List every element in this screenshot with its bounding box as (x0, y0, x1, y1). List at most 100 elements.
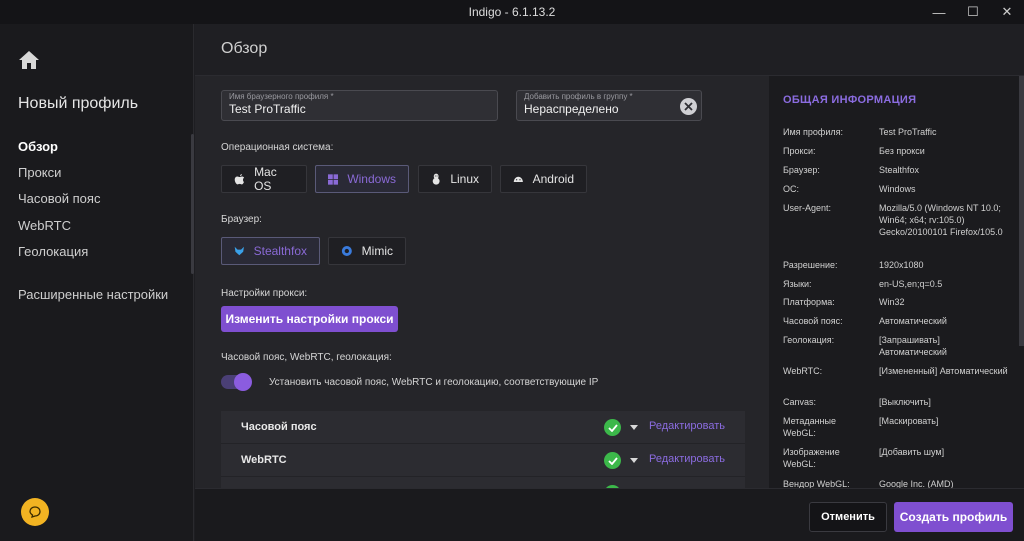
browser-label: Браузер: (221, 214, 262, 225)
maximize-icon[interactable]: ☐ (956, 0, 990, 24)
os-option-linux-label: Linux (450, 172, 479, 186)
info-key: Браузер: (783, 165, 820, 175)
info-key: Имя профиля: (783, 127, 843, 137)
os-option-linux[interactable]: Linux (418, 165, 492, 193)
create-profile-button[interactable]: Создать профиль (894, 502, 1013, 532)
footer: Отменить Создать профиль (195, 488, 1024, 541)
check-icon (604, 452, 621, 469)
info-value: Google Inc. (AMD) (879, 479, 954, 488)
info-value: [Добавить шум] (879, 447, 945, 457)
info-key: Изображение WebGL: (783, 447, 840, 469)
sidebar-item-advanced[interactable]: Расширенные настройки (18, 287, 168, 302)
info-value: Test ProTraffic (879, 127, 937, 137)
info-value: [Измененный] Автоматический (879, 366, 1008, 376)
os-option-macos[interactable]: Mac OS (221, 165, 307, 193)
sidebar-item-proxy[interactable]: Прокси (18, 165, 61, 180)
info-key: Часовой пояс: (783, 316, 843, 326)
info-key: Прокси: (783, 146, 816, 156)
cancel-button[interactable]: Отменить (809, 502, 887, 532)
info-value: en-US,en;q=0.5 (879, 279, 943, 289)
general-info-panel: ОБЩАЯ ИНФОРМАЦИЯ Имя профиля: Test ProTr… (769, 76, 1024, 488)
info-value: Без прокси (879, 146, 925, 156)
sidebar-scrollbar[interactable] (191, 134, 194, 274)
info-key: Метаданные WebGL: (783, 416, 837, 438)
info-key: Canvas: (783, 397, 817, 407)
group-select[interactable]: Добавить профиль в группу * Нераспределе… (516, 90, 702, 121)
page-title: Обзор (221, 40, 268, 57)
profile-name-field[interactable]: Имя браузерного профиля * Test ProTraffi… (221, 90, 498, 121)
auto-timezone-toggle[interactable] (221, 373, 252, 391)
info-value: Windows (879, 184, 916, 194)
info-key: Разрешение: (783, 260, 838, 270)
info-scrollbar[interactable] (1019, 76, 1024, 346)
os-option-windows-label: Windows (347, 172, 396, 186)
info-value: 1920x1080 (879, 260, 924, 270)
sidebar-item-webrtc[interactable]: WebRTC (18, 218, 71, 233)
page-header: Обзор (195, 24, 1024, 76)
group-value[interactable]: Нераспределено (524, 102, 619, 116)
table-row (221, 477, 745, 488)
os-label: Операционная система: (221, 142, 334, 153)
sidebar-item-timezone[interactable]: Часовой пояс (18, 191, 100, 206)
browser-option-mimic-label: Mimic (361, 244, 393, 258)
info-value: [Запрашивать] Автоматический (879, 335, 947, 357)
sidebar-item-overview[interactable]: Обзор (18, 139, 58, 154)
profile-name-value[interactable]: Test ProTraffic (229, 102, 306, 116)
info-key: Языки: (783, 279, 812, 289)
browser-option-mimic[interactable]: Mimic (328, 237, 406, 265)
info-key: ОС: (783, 184, 800, 194)
toggle-knob (234, 373, 252, 391)
chat-button[interactable] (21, 498, 49, 526)
browser-option-stealthfox[interactable]: Stealthfox (221, 237, 320, 265)
info-key: User-Agent: (783, 203, 832, 213)
os-option-macos-label: Mac OS (254, 165, 277, 193)
info-key: Геолокация: (783, 335, 835, 345)
clear-icon[interactable] (680, 98, 697, 115)
table-row: WebRTC Редактировать (221, 444, 745, 477)
row-label-webrtc: WebRTC (241, 454, 287, 466)
window-title: Indigo - 6.1.13.2 (468, 5, 556, 19)
info-value: [Маскировать] (879, 416, 939, 426)
info-value: Stealthfox (879, 165, 920, 175)
info-value: [Выключить] (879, 397, 931, 407)
android-icon (513, 176, 523, 183)
home-icon[interactable] (18, 50, 40, 70)
edit-timezone-link[interactable]: Редактировать (649, 420, 725, 432)
row-label-timezone: Часовой пояс (241, 421, 317, 433)
title-bar: Indigo - 6.1.13.2 — ☐ ✕ (0, 0, 1024, 24)
sidebar-item-geolocation[interactable]: Геолокация (18, 244, 88, 259)
stealthfox-icon (234, 246, 244, 256)
table-row: Часовой пояс Редактировать (221, 411, 745, 444)
mimic-icon (341, 245, 352, 257)
info-key: Платформа: (783, 297, 835, 307)
info-value: Mozilla/5.0 (Windows NT 10.0; Win64; x64… (879, 203, 1003, 237)
check-icon (604, 419, 621, 436)
info-value: Win32 (879, 297, 905, 307)
auto-timezone-toggle-text: Установить часовой пояс, WebRTC и геолок… (269, 377, 599, 388)
os-option-windows[interactable]: Windows (315, 165, 409, 193)
close-icon[interactable]: ✕ (990, 0, 1024, 24)
overview-form: Имя браузерного профиля * Test ProTraffi… (195, 76, 769, 488)
browser-option-stealthfox-label: Stealthfox (253, 244, 307, 258)
info-key: Вендор WebGL: (783, 479, 850, 488)
info-key: WebRTC: (783, 366, 823, 376)
sidebar: Новый профиль Обзор Прокси Часовой пояс … (0, 24, 194, 541)
linux-icon (432, 173, 440, 185)
os-option-android-label: Android (532, 172, 574, 186)
chat-icon (29, 506, 41, 518)
sidebar-title: Новый профиль (18, 95, 139, 112)
chevron-down-icon[interactable] (630, 458, 638, 463)
proxy-label: Настройки прокси: (221, 288, 308, 299)
info-title: ОБЩАЯ ИНФОРМАЦИЯ (783, 94, 917, 106)
edit-proxy-button[interactable]: Изменить настройки прокси (221, 306, 398, 332)
minimize-icon[interactable]: — (922, 0, 956, 24)
timezone-section-label: Часовой пояс, WebRTC, геолокация: (221, 352, 392, 363)
info-value: Автоматический (879, 316, 947, 326)
group-label: Добавить профиль в группу * (524, 92, 633, 101)
edit-webrtc-link[interactable]: Редактировать (649, 453, 725, 465)
window-controls: — ☐ ✕ (922, 0, 1024, 24)
chevron-down-icon[interactable] (630, 425, 638, 430)
profile-name-label: Имя браузерного профиля * (229, 92, 334, 101)
os-option-android[interactable]: Android (500, 165, 587, 193)
windows-icon (328, 173, 339, 185)
